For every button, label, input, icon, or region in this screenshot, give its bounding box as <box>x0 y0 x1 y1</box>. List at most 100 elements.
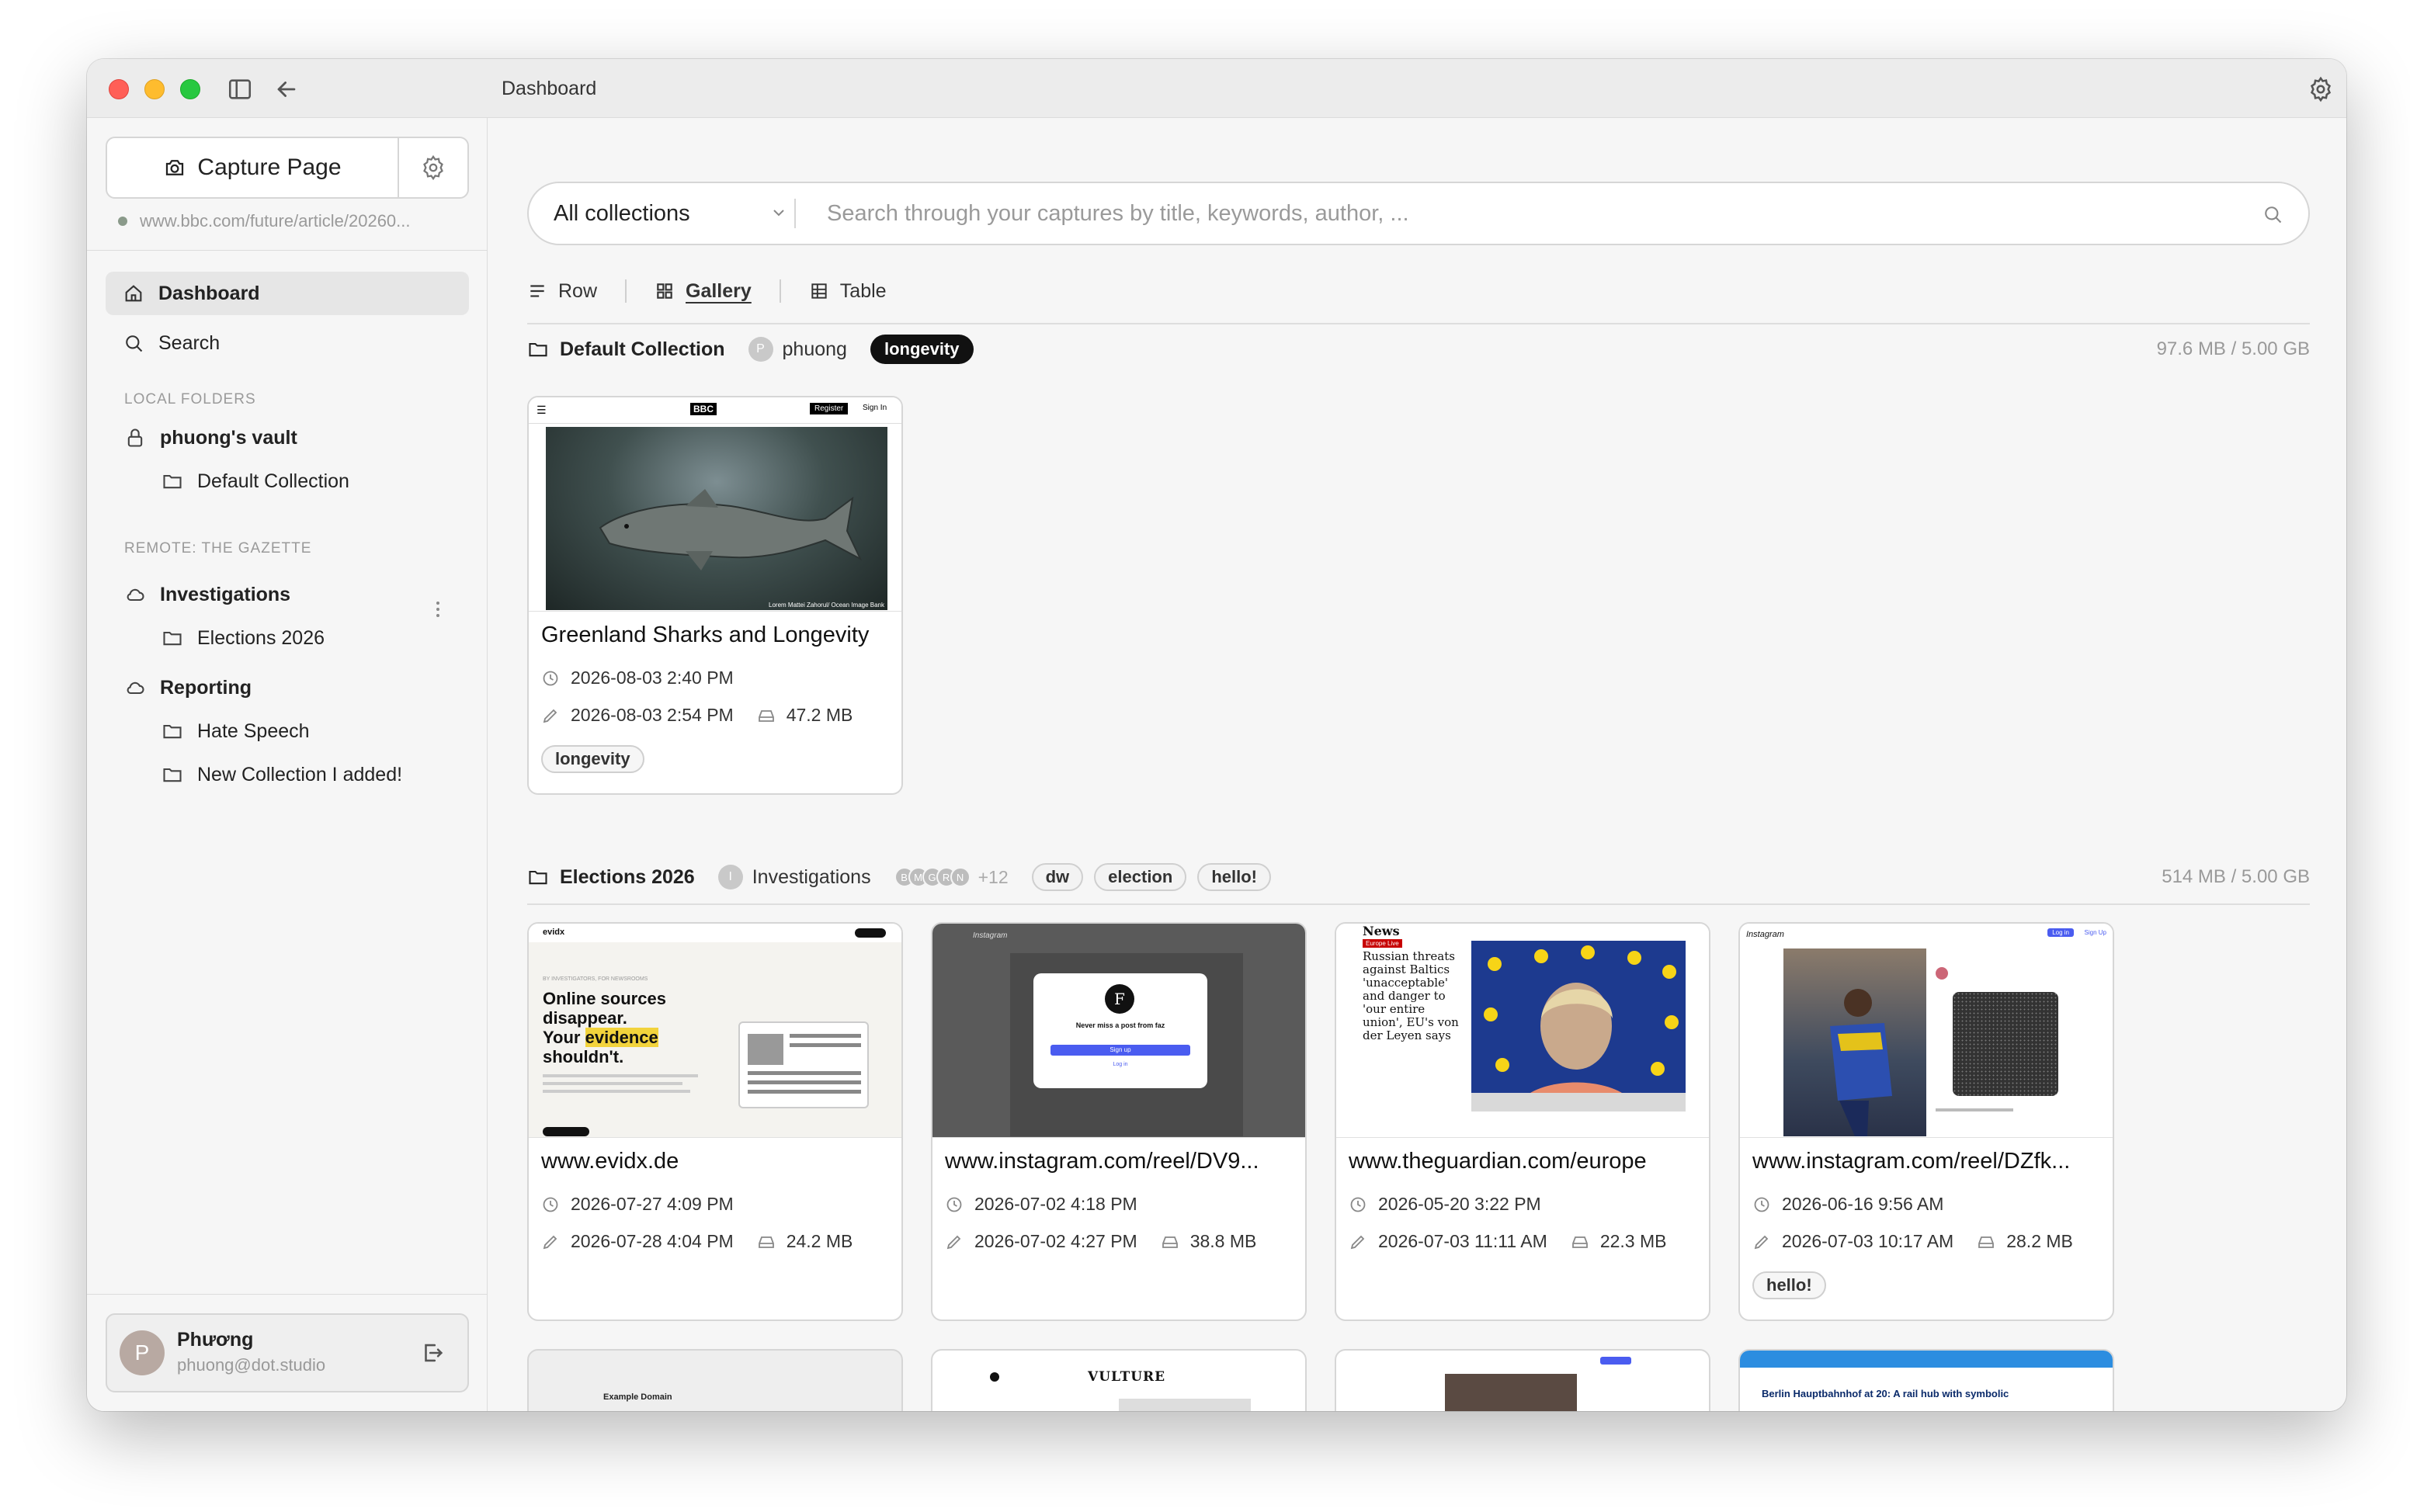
avatar: I <box>717 865 743 890</box>
thumb-modal-link: Log in <box>1113 1062 1128 1067</box>
close-window-button[interactable] <box>109 79 129 99</box>
list-icon <box>530 285 544 297</box>
capture-title: Greenland Sharks and Longevity <box>541 622 870 647</box>
capture-settings-button[interactable] <box>399 138 467 197</box>
folder-icon <box>163 474 182 489</box>
thumb-headline: Online sources <box>543 989 666 1008</box>
group-header-default: Default Collection P phuong longevity 97… <box>527 334 2310 365</box>
tag-filter[interactable]: hello! <box>1197 863 1271 891</box>
nav-dashboard[interactable]: Dashboard <box>106 272 469 315</box>
edited-date-text: 2026-07-03 10:17 AM <box>1782 1231 1954 1251</box>
tree-reporting[interactable]: Reporting <box>124 672 252 703</box>
tree-label: Default Collection <box>197 470 349 492</box>
tag-filter[interactable]: election <box>1094 863 1187 891</box>
clock-icon <box>543 671 558 685</box>
search-bar: All collections Search through your capt… <box>527 182 2310 245</box>
capture-title: www.theguardian.com/europe <box>1349 1149 1647 1174</box>
capture-card[interactable]: VULTURE <box>931 1349 1307 1411</box>
minimize-window-button[interactable] <box>144 79 165 99</box>
sidebar-toggle-icon[interactable] <box>227 76 253 102</box>
folder-icon <box>163 631 182 646</box>
table-icon <box>811 283 827 299</box>
tree-elections-2026[interactable]: Elections 2026 <box>161 622 325 654</box>
lock-icon <box>127 428 143 447</box>
logout-icon[interactable] <box>419 1340 446 1366</box>
more-members-count: +12 <box>978 866 1009 887</box>
thumb-headline: Example Domain <box>603 1392 672 1402</box>
member-avatars[interactable]: B M G R N +12 <box>894 867 1009 888</box>
gear-icon <box>423 154 443 181</box>
capture-card[interactable]: Berlin Hauptbahnhof at 20: A rail hub wi… <box>1738 1349 2114 1411</box>
avatar: P <box>120 1330 165 1375</box>
card-tag[interactable]: hello! <box>1752 1271 1826 1299</box>
nav-label: Dashboard <box>158 282 260 304</box>
file-size: 28.2 MB <box>2006 1231 2073 1251</box>
group-owner-name: Investigations <box>752 865 871 888</box>
thumb-label: Europe Live <box>1363 939 1402 948</box>
tab-gallery[interactable]: Gallery <box>655 280 752 303</box>
capture-card[interactable]: News Europe Live Russian threats against… <box>1335 922 1710 1321</box>
tag-filter[interactable]: longevity <box>870 335 974 364</box>
thumb-signup: Sign Up <box>2084 929 2106 936</box>
tree-hate-speech[interactable]: Hate Speech <box>161 716 310 747</box>
nav-label: Search <box>158 331 221 354</box>
folder-icon <box>529 870 547 885</box>
thumb-headline: disappear. <box>543 1008 627 1028</box>
group-owner: I Investigations <box>717 865 871 890</box>
shark-image <box>599 489 863 570</box>
capture-card[interactable]: Example Domain <box>527 1349 903 1411</box>
drive-icon <box>758 1236 774 1248</box>
group-owner: P phuong <box>748 337 847 362</box>
user-name: Phương <box>177 1329 254 1351</box>
nav-search[interactable]: Search <box>106 321 469 365</box>
group-title[interactable]: Elections 2026 <box>527 866 695 889</box>
drive-icon <box>1162 1236 1178 1248</box>
capture-page-label: Capture Page <box>197 154 342 180</box>
tree-default-collection[interactable]: Default Collection <box>161 466 349 497</box>
created-date: 2026-07-27 4:09 PM <box>541 1194 734 1215</box>
capture-card[interactable]: Instagram Log in Sign Up www.instagram.c… <box>1738 922 2114 1321</box>
tree-investigations[interactable]: Investigations <box>124 579 290 610</box>
capture-card[interactable]: ☰ BBC Register Sign In Lorem Mattei Zaho… <box>527 396 903 795</box>
tag-filter[interactable]: dw <box>1031 863 1084 891</box>
capture-box: Capture Page <box>106 137 469 199</box>
tab-table[interactable]: Table <box>809 280 887 303</box>
file-size: 38.8 MB <box>1189 1231 1257 1251</box>
capture-card[interactable] <box>1335 1349 1710 1411</box>
tab-row[interactable]: Row <box>527 280 597 303</box>
thumb-headline: Berlin Hauptbahnhof at 20: A rail hub wi… <box>1762 1388 2009 1399</box>
capture-card[interactable]: evidx BY INVESTIGATORS, FOR NEWSROOMS On… <box>527 922 903 1321</box>
gear-icon[interactable] <box>2308 76 2334 102</box>
storage-usage: 97.6 MB / 5.00 GB <box>2156 338 2310 359</box>
created-date-text: 2026-07-02 4:18 PM <box>974 1194 1137 1214</box>
created-date-text: 2026-05-20 3:22 PM <box>1378 1194 1541 1214</box>
tree-new-collection[interactable]: New Collection I added! <box>161 759 402 790</box>
edited-date: 2026-07-28 4:04 PM 24.2 MB <box>541 1231 853 1252</box>
tree-label: Hate Speech <box>197 720 310 742</box>
capture-card[interactable]: Instagram F Never miss a post from faz S… <box>931 922 1307 1321</box>
edited-date: 2026-07-03 10:17 AM 28.2 MB <box>1752 1231 2073 1252</box>
collection-select[interactable]: All collections <box>554 183 802 244</box>
capture-thumbnail: evidx BY INVESTIGATORS, FOR NEWSROOMS On… <box>529 924 901 1138</box>
tree-vault[interactable]: phuong's vault <box>124 422 297 453</box>
tab-label: Table <box>839 279 887 302</box>
created-date: 2026-08-03 2:40 PM <box>541 668 734 688</box>
edited-date: 2026-07-02 4:27 PM 38.8 MB <box>945 1231 1256 1252</box>
search-icon[interactable] <box>2262 203 2283 225</box>
capture-thumbnail: Instagram Log in Sign Up <box>1740 924 2113 1138</box>
user-email: phuong@dot.studio <box>177 1355 326 1375</box>
capture-page-button[interactable]: Capture Page <box>107 138 399 197</box>
pencil-icon <box>1350 1235 1365 1249</box>
file-size: 22.3 MB <box>1599 1231 1667 1251</box>
pencil-icon <box>543 709 557 723</box>
folder-icon <box>529 342 547 357</box>
group-title[interactable]: Default Collection <box>527 338 725 361</box>
card-tag[interactable]: longevity <box>541 745 644 773</box>
drive-icon <box>1571 1236 1588 1248</box>
tab-label: Gallery <box>686 279 752 302</box>
pencil-icon <box>946 1235 961 1249</box>
back-arrow-icon[interactable] <box>273 76 300 102</box>
zoom-window-button[interactable] <box>180 79 200 99</box>
more-options-icon[interactable] <box>429 598 447 621</box>
search-input[interactable]: Search through your captures by title, k… <box>827 183 2209 244</box>
